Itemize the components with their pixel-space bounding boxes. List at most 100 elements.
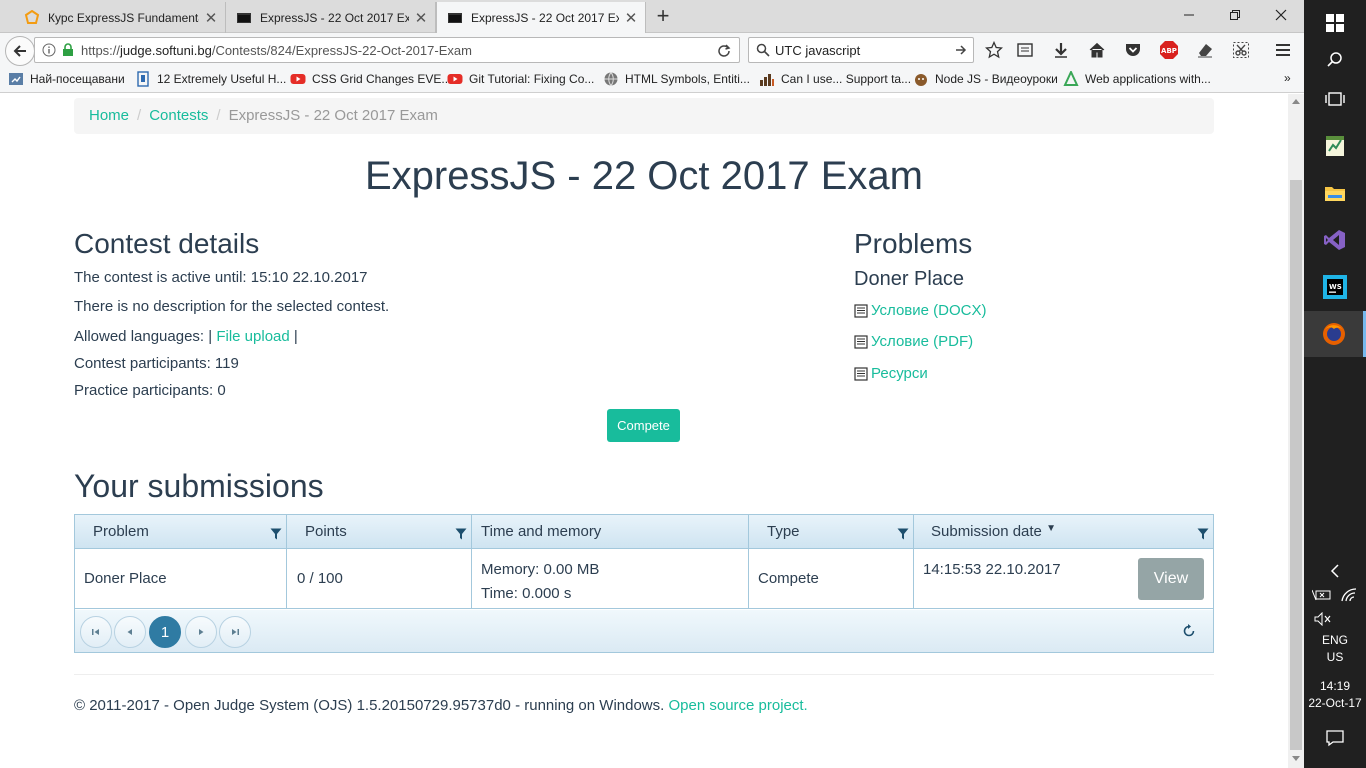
view-submission-button[interactable]: View (1138, 558, 1204, 600)
info-icon[interactable] (42, 43, 56, 57)
allowed-languages: Allowed languages: | File upload | (74, 328, 298, 345)
previous-page-button[interactable] (114, 616, 146, 648)
close-window-button[interactable] (1258, 0, 1304, 30)
volume-muted-icon[interactable] (1314, 611, 1336, 628)
restore-icon (1230, 10, 1240, 20)
show-hidden-icons-button[interactable] (1304, 549, 1366, 593)
scrollbar-thumb[interactable] (1290, 180, 1302, 750)
reload-icon[interactable] (717, 43, 731, 57)
tab-exam-1[interactable]: ExpressJS - 22 Oct 2017 Exam ✕ (226, 2, 436, 33)
column-header-type[interactable]: Type (749, 515, 914, 549)
bookmark-nodejs[interactable]: Node JS - Видеоуроки (913, 71, 1058, 87)
battery-icon[interactable] (1311, 588, 1334, 604)
lock-icon[interactable] (62, 43, 74, 57)
column-title: Type (767, 523, 800, 540)
filter-icon[interactable] (455, 528, 467, 540)
last-page-icon (232, 629, 239, 635)
bookmark-label: CSS Grid Changes EVE... (312, 72, 452, 86)
address-bar[interactable]: https://judge.softuni.bg/Contests/824/Ex… (34, 37, 740, 63)
adblock-icon[interactable]: ABP (1159, 40, 1179, 60)
taskbar-firefox-app[interactable] (1304, 311, 1366, 357)
bookmark-git-tutorial[interactable]: Git Tutorial: Fixing Co... (447, 71, 594, 87)
bookmarks-overflow-chevron-icon[interactable]: » (1284, 71, 1291, 85)
input-language[interactable]: ENG (1304, 633, 1366, 647)
bookmark-web-apps[interactable]: Web applications with... (1063, 71, 1211, 87)
clock-date[interactable]: 22-Oct-17 (1304, 696, 1366, 710)
cell-points: 0 / 100 (287, 549, 472, 609)
bookmark-html-symbols[interactable]: HTML Symbols, Entiti... (603, 71, 750, 87)
cell-memory: Memory: 0.00 MB (481, 561, 600, 578)
taskbar-notepad-app[interactable] (1304, 123, 1366, 169)
task-view-button[interactable] (1304, 76, 1366, 122)
svg-text:ABP: ABP (1161, 47, 1177, 55)
first-page-button[interactable] (80, 616, 112, 648)
close-icon[interactable]: ✕ (203, 10, 219, 27)
screenshot-scissors-icon[interactable] (1231, 40, 1251, 60)
problem-docx-link[interactable]: Условие (DOCX) (854, 302, 986, 319)
hamburger-menu-icon[interactable] (1273, 40, 1293, 60)
taskbar-file-explorer-app[interactable] (1304, 170, 1366, 216)
home-icon[interactable] (1087, 40, 1107, 60)
bookmark-css-grid[interactable]: CSS Grid Changes EVE... (290, 71, 451, 87)
bookmarks-toolbar: Най-посещавани 12 Extremely Useful H... … (0, 67, 1304, 93)
taskbar-visual-studio-app[interactable] (1304, 217, 1366, 263)
action-center-button[interactable] (1304, 716, 1366, 760)
taskbar-webstorm-app[interactable]: WS (1304, 264, 1366, 310)
problem-pdf-link[interactable]: Условие (PDF) (854, 333, 973, 350)
clock-time[interactable]: 14:19 (1304, 679, 1366, 693)
breadcrumb-contests-link[interactable]: Contests (149, 107, 208, 124)
last-page-button[interactable] (219, 616, 251, 648)
bookmark-label: Git Tutorial: Fixing Co... (469, 72, 595, 86)
wifi-icon[interactable] (1340, 588, 1360, 604)
current-page-button[interactable]: 1 (149, 616, 181, 648)
restore-button[interactable] (1212, 0, 1258, 30)
search-bar[interactable]: UTC javascript (748, 37, 974, 63)
bookmark-star-icon[interactable] (984, 40, 1004, 60)
refresh-icon[interactable] (1181, 623, 1197, 639)
column-header-problem[interactable]: Problem (75, 515, 287, 549)
filter-icon[interactable] (1197, 528, 1209, 540)
close-icon[interactable]: ✕ (413, 10, 429, 27)
windows-logo-icon (1326, 14, 1344, 32)
back-button[interactable] (5, 36, 35, 66)
active-until-text: The contest is active until: 15:10 22.10… (74, 269, 368, 286)
contest-details-heading: Contest details (74, 228, 260, 259)
url-text[interactable]: https://judge.softuni.bg/Contests/824/Ex… (81, 43, 472, 58)
column-header-submission-date[interactable]: Submission date ▼ (914, 515, 1213, 549)
problem-resources-link[interactable]: Ресурси (854, 365, 928, 382)
column-header-points[interactable]: Points (287, 515, 472, 549)
breadcrumb-home-link[interactable]: Home (89, 107, 129, 124)
scroll-up-icon[interactable] (1292, 98, 1300, 104)
task-view-icon (1325, 92, 1345, 106)
page-scrollbar[interactable] (1288, 94, 1304, 768)
bookmark-useful-html[interactable]: 12 Extremely Useful H... (135, 71, 286, 87)
download-icon[interactable] (1051, 40, 1071, 60)
reader-list-icon[interactable] (1015, 40, 1035, 60)
firefox-icon (1322, 323, 1345, 345)
eraser-icon[interactable] (1195, 40, 1215, 60)
filter-icon[interactable] (270, 528, 282, 540)
next-page-button[interactable] (185, 616, 217, 648)
input-region[interactable]: US (1304, 650, 1366, 664)
scroll-down-icon[interactable] (1292, 756, 1300, 762)
allowed-languages-label: Allowed languages: | (74, 328, 213, 345)
tab-course[interactable]: Курс ExpressJS Fundamentals ✕ (14, 2, 226, 33)
file-upload-link[interactable]: File upload (216, 328, 289, 345)
bookmark-can-i-use[interactable]: Can I use... Support ta... (759, 71, 911, 87)
cell-time-memory: Memory: 0.00 MB Time: 0.000 s (472, 549, 749, 609)
column-header-time-memory[interactable]: Time and memory (472, 515, 749, 549)
filter-icon[interactable] (897, 528, 909, 540)
close-icon[interactable]: ✕ (623, 10, 639, 27)
bookmark-most-visited[interactable]: Най-посещавани (8, 71, 125, 87)
tab-exam-2-active[interactable]: ExpressJS - 22 Oct 2017 Exam ✕ (436, 2, 646, 33)
pocket-icon[interactable] (1123, 40, 1143, 60)
search-input[interactable]: UTC javascript (775, 43, 860, 58)
cell-problem: Doner Place (75, 549, 287, 609)
compete-button[interactable]: Compete (607, 409, 680, 442)
bookmark-label: 12 Extremely Useful H... (157, 72, 287, 86)
cell-time: Time: 0.000 s (481, 585, 572, 602)
minimize-button[interactable] (1166, 0, 1212, 30)
go-arrow-icon[interactable] (955, 44, 967, 56)
open-source-link[interactable]: Open source project. (668, 697, 807, 714)
new-tab-button[interactable]: + (650, 3, 676, 29)
